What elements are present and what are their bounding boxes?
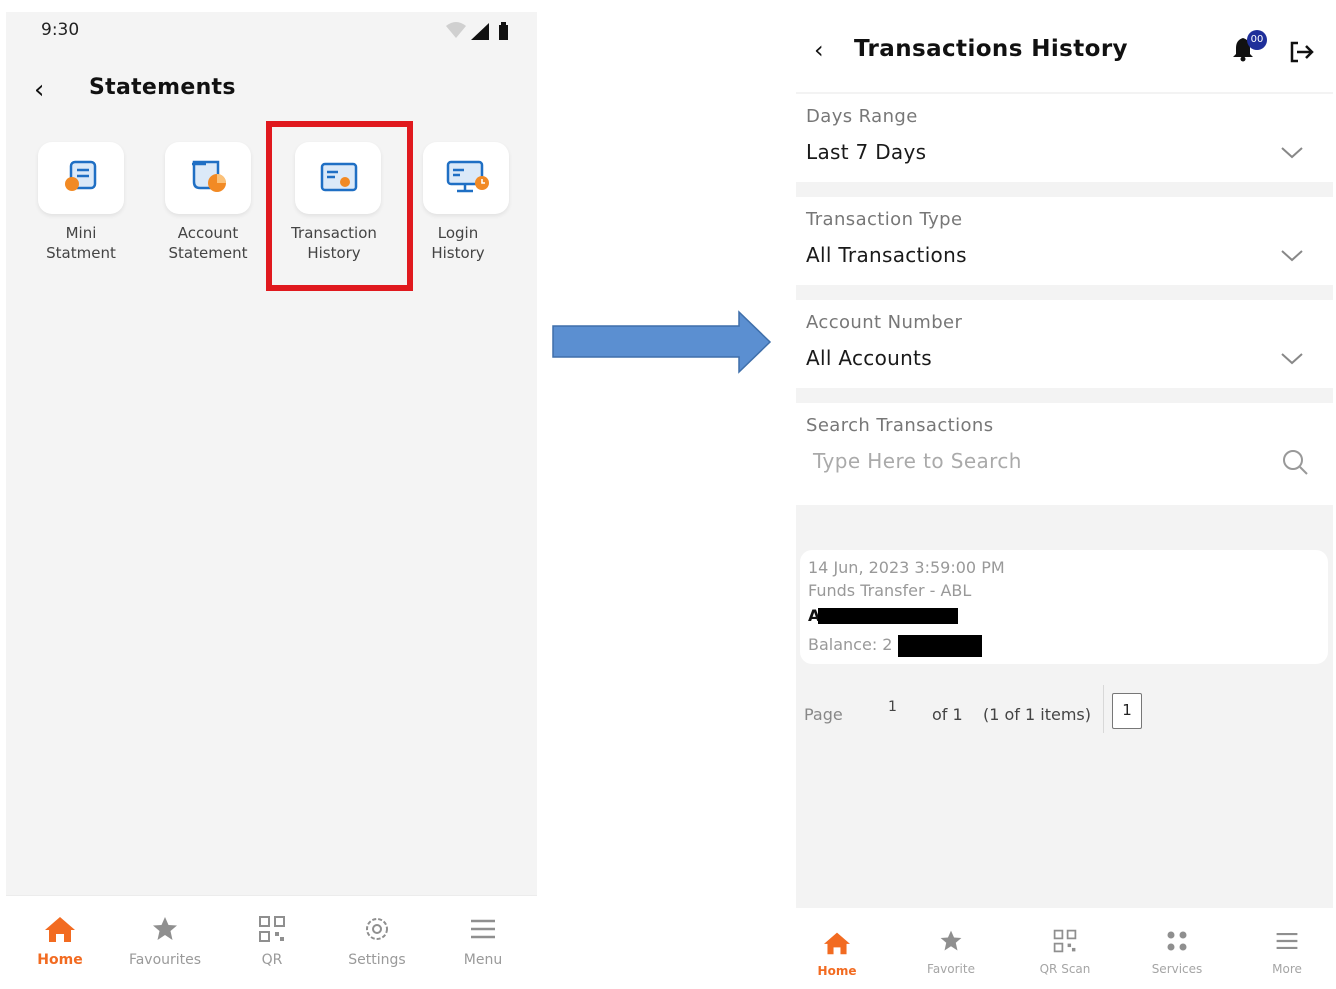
status-time: 9:30: [41, 20, 80, 40]
page-title: Transactions History: [854, 36, 1128, 62]
page-label: Page: [804, 705, 843, 724]
arrow-right-icon: [552, 310, 772, 374]
bottom-nav: Home Favorite QR Scan Services More: [796, 908, 1333, 989]
back-icon[interactable]: ‹: [814, 36, 824, 64]
qr-icon: [259, 916, 285, 942]
back-icon[interactable]: ‹: [34, 77, 44, 103]
chevron-down-icon: [1281, 147, 1303, 159]
divider: [1103, 685, 1104, 733]
nav-qr[interactable]: QR: [242, 914, 302, 968]
nav-favorite[interactable]: Favorite: [920, 928, 982, 976]
nav-services[interactable]: Services: [1142, 928, 1212, 976]
account-number-select[interactable]: Account Number All Accounts: [796, 300, 1333, 388]
search-icon[interactable]: [1280, 447, 1310, 477]
transaction-type-select[interactable]: Transaction Type All Transactions: [796, 197, 1333, 285]
star-icon: [940, 930, 962, 951]
transaction-description: Funds Transfer - ABL: [808, 581, 972, 600]
account-statement-icon: [192, 160, 226, 192]
nav-home[interactable]: Home: [812, 930, 862, 978]
current-page[interactable]: 1: [888, 699, 897, 715]
home-icon: [45, 917, 75, 942]
transaction-card[interactable]: 14 Jun, 2023 3:59:00 PM Funds Transfer -…: [800, 550, 1328, 664]
days-range-select[interactable]: Days Range Last 7 Days: [796, 94, 1333, 182]
mini-statement-tile[interactable]: [38, 142, 124, 214]
mini-statement-label: Mini Statment: [46, 224, 116, 262]
transaction-balance: Balance: 2: [808, 635, 893, 654]
highlight-box: [266, 121, 413, 291]
days-range-value: Last 7 Days: [806, 140, 927, 164]
pagination: Page 1 of 1 (1 of 1 items) 1: [804, 685, 1324, 733]
star-icon: [153, 917, 177, 940]
login-history-label: Login History: [431, 224, 485, 262]
items-count: (1 of 1 items): [983, 705, 1092, 724]
login-history-icon: [446, 160, 489, 193]
chevron-down-icon: [1281, 353, 1303, 365]
notification-badge: 00: [1247, 30, 1267, 50]
page-total: of 1: [932, 705, 963, 724]
services-icon: [1167, 931, 1187, 951]
search-input[interactable]: Type Here to Search: [813, 449, 1022, 473]
qr-icon: [1053, 929, 1077, 953]
chevron-down-icon: [1281, 250, 1303, 262]
account-statement-label: Account Statement: [168, 224, 248, 262]
redaction-bar: [818, 608, 958, 624]
menu-icon: [471, 919, 495, 939]
bottom-nav: Home Favourites QR Settings Menu: [6, 895, 537, 989]
logout-icon[interactable]: [1288, 40, 1316, 64]
nav-favourites[interactable]: Favourites: [116, 914, 214, 968]
header: ‹ Transactions History 00: [796, 12, 1333, 92]
login-history-tile[interactable]: [423, 142, 509, 214]
transactions-history-screen: ‹ Transactions History 00 Days Range Las…: [796, 12, 1333, 989]
comparison-screenshot: 9:30 ‹ Statements Mini Statment Account …: [0, 0, 1336, 989]
statements-screen: 9:30 ‹ Statements Mini Statment Account …: [6, 12, 537, 989]
account-statement-tile[interactable]: [165, 142, 251, 214]
transaction-type-value: All Transactions: [806, 243, 967, 267]
redaction-bar: [898, 635, 982, 657]
page-title: Statements: [89, 75, 236, 100]
transaction-date: 14 Jun, 2023 3:59:00 PM: [808, 558, 1005, 577]
nav-menu[interactable]: Menu: [452, 914, 514, 968]
home-icon: [824, 932, 850, 955]
account-number-value: All Accounts: [806, 346, 932, 370]
menu-icon: [1276, 932, 1298, 950]
nav-home[interactable]: Home: [30, 914, 90, 968]
gear-icon: [366, 918, 388, 940]
page-button[interactable]: 1: [1112, 693, 1142, 729]
nav-more[interactable]: More: [1262, 928, 1312, 976]
nav-settings[interactable]: Settings: [336, 914, 418, 968]
nav-qr-scan[interactable]: QR Scan: [1030, 928, 1100, 976]
mini-statement-icon: [65, 160, 97, 191]
status-icons: [446, 22, 508, 40]
search-section: Search Transactions Type Here to Search: [796, 403, 1333, 505]
